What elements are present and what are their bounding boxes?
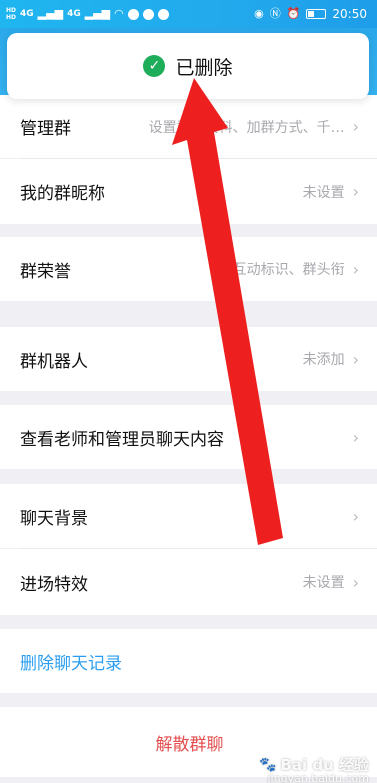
chevron-right-icon: › [352,572,359,592]
wifi-icon: ◠ [114,7,124,20]
row-label: 聊天背景 [20,508,88,529]
status-left: HD HD 4G ▂▄▆ 4G ▂▄▆ ◠ [6,4,169,24]
row-entry-effect[interactable]: 进场特效 未设置 › [0,549,377,615]
message-icon [157,8,169,20]
row-group-robot[interactable]: 群机器人 未添加 › [0,327,377,391]
row-delete-chat-history[interactable]: 删除聊天记录 [0,629,377,693]
toast-text: 已删除 [175,56,233,79]
app-notification-icon [142,8,154,20]
chevron-right-icon: › [352,427,359,447]
app-notification-icon [127,8,139,20]
row-label: 群荣誉 [20,261,71,282]
check-circle-icon: ✓ [143,55,166,77]
row-my-group-nickname[interactable]: 我的群昵称 未设置 › [0,159,377,224]
status-right: ◉ Ⓝ ⏰ 20:50 [254,4,367,24]
battery-icon [306,9,327,19]
deleted-toast: ✓ 已删除 [7,33,369,99]
status-bar: HD HD 4G ▂▄▆ 4G ▂▄▆ ◠ ◉ Ⓝ ⏰ 20:50 [0,0,377,28]
row-label: 我的群昵称 [20,184,105,204]
clock-time: 20:50 [332,7,367,21]
delete-chat-history-button[interactable]: 删除聊天记录 [20,649,122,674]
row-manage-group[interactable]: 管理群 设置群聊资料、加群方式、千… › [0,95,377,158]
row-group-honor[interactable]: 群荣誉 群互动标识、群头衔 › [0,237,377,301]
alarm-icon: ⏰ [286,7,301,20]
row-label: 查看老师和管理员聊天内容 [20,429,224,450]
hd-tag-1: HD [6,7,17,14]
dissolve-group-button[interactable]: 解散群聊 [156,730,224,755]
chevron-right-icon: › [352,506,359,526]
chevron-right-icon: › [352,182,359,201]
row-view-teacher-chat[interactable]: 查看老师和管理员聊天内容 › [0,405,377,469]
paw-logo-icon: 🐾 [259,756,277,773]
row-value: 未设置 [302,184,345,201]
hd-tag-2: HD [6,14,17,21]
eye-icon: ◉ [254,7,264,20]
chevron-right-icon: › [352,117,359,136]
row-value: 未设置 [302,575,345,591]
watermark-sub: jingyan.baidu.com [267,772,369,783]
signal-bars-icon: ▂▄▆ [84,7,111,20]
nfc-icon: Ⓝ [269,7,281,20]
row-value: 设置群聊资料、加群方式、千… [148,119,345,136]
signal-4g-2: 4G [67,9,81,19]
row-chat-background[interactable]: 聊天背景 › [0,484,377,548]
baidu-jingyan-watermark: 🐾 Bai du 经验 jingyan.baidu.com [259,754,369,783]
row-value: 群互动标识、群头衔 [218,262,345,278]
chevron-right-icon: › [352,349,359,369]
hd-indicator: HD HD [6,7,16,21]
signal-bars-icon: ▂▄▆ [37,7,64,20]
row-label: 进场特效 [20,574,88,595]
row-label: 群机器人 [20,351,88,372]
row-value: 未添加 [302,352,345,368]
row-label: 管理群 [20,119,71,139]
battery-level [308,11,315,17]
chevron-right-icon: › [352,259,359,279]
signal-4g-1: 4G [20,9,34,19]
